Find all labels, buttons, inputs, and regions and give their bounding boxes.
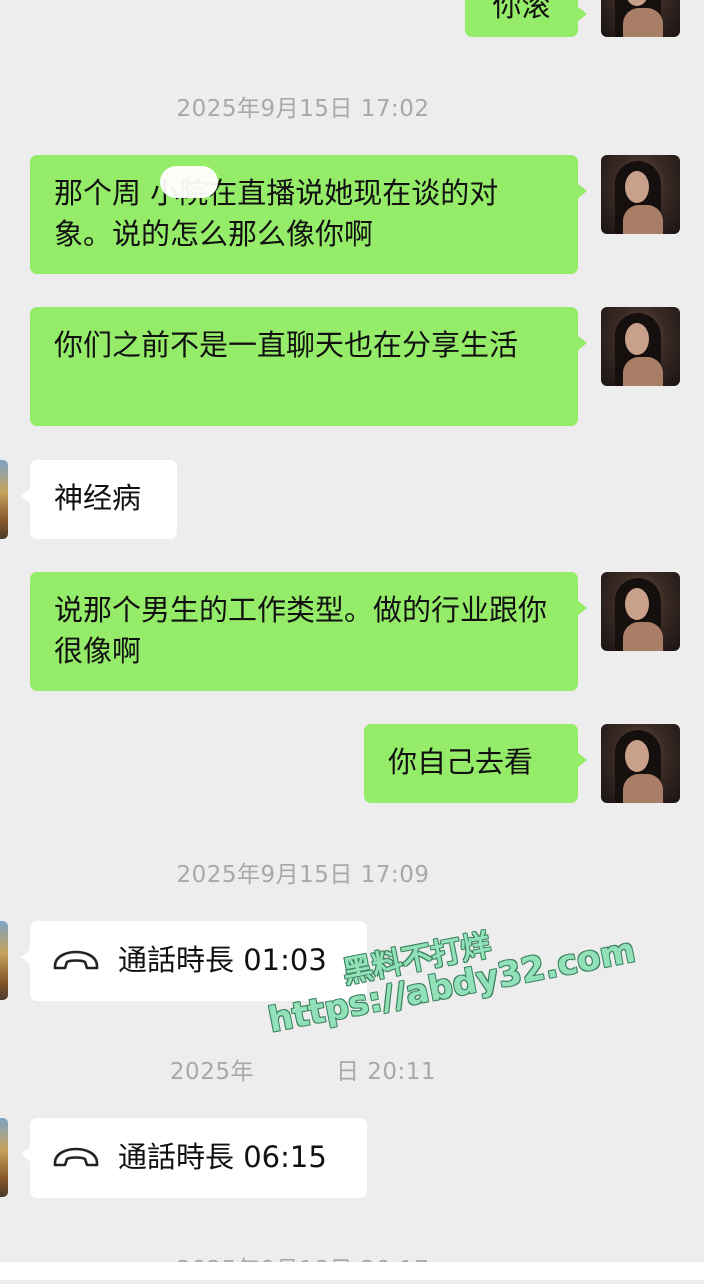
- message-bubble-received[interactable]: 神经病: [21, 460, 177, 539]
- user-avatar[interactable]: [601, 155, 680, 234]
- timestamp: 2025年9月15日 17:02: [176, 96, 430, 122]
- contact-avatar[interactable]: [0, 921, 8, 1000]
- message-text: 神经病: [54, 481, 142, 515]
- redaction-scribble: [160, 166, 218, 198]
- timestamp: 2025年9月15日 17:09: [176, 862, 430, 888]
- message-text: 你自己去看: [388, 745, 534, 779]
- phone-hangup-icon: [53, 950, 99, 970]
- input-bar-edge: [0, 1262, 704, 1280]
- phone-hangup-icon: [53, 1147, 99, 1167]
- message-bubble-sent[interactable]: 那个周 小院在直播说她现在谈的对象。说的怎么那么像你啊: [30, 155, 587, 274]
- timestamp-part: 2025年: [169, 1059, 254, 1085]
- timestamp-part: 日 20:11: [335, 1059, 437, 1085]
- message-text: 你滚: [492, 0, 551, 23]
- timestamp: 2025年 日 20:11: [0, 1052, 606, 1086]
- user-avatar[interactable]: [601, 0, 680, 37]
- user-avatar[interactable]: [601, 572, 680, 651]
- contact-avatar[interactable]: [0, 1118, 8, 1197]
- message-text: 那个周 小院在直播说她现在谈的对象。说的怎么那么像你啊: [54, 176, 499, 252]
- user-avatar[interactable]: [601, 724, 680, 803]
- user-avatar[interactable]: [601, 307, 680, 386]
- call-record-bubble[interactable]: 通話時長 06:15: [21, 1118, 367, 1198]
- message-bubble-sent[interactable]: 说那个男生的工作类型。做的行业跟你很像啊: [30, 572, 587, 691]
- message-text: 你们之前不是一直聊天也在分享生活: [54, 328, 519, 362]
- call-duration-label: 通話時長 06:15: [118, 1140, 327, 1175]
- message-bubble-sent[interactable]: 你滚: [465, 0, 587, 37]
- message-bubble-sent[interactable]: 你们之前不是一直聊天也在分享生活: [30, 307, 587, 426]
- message-bubble-sent[interactable]: 你自己去看: [364, 724, 587, 803]
- contact-avatar[interactable]: [0, 460, 8, 539]
- message-text: 说那个男生的工作类型。做的行业跟你很像啊: [54, 593, 548, 669]
